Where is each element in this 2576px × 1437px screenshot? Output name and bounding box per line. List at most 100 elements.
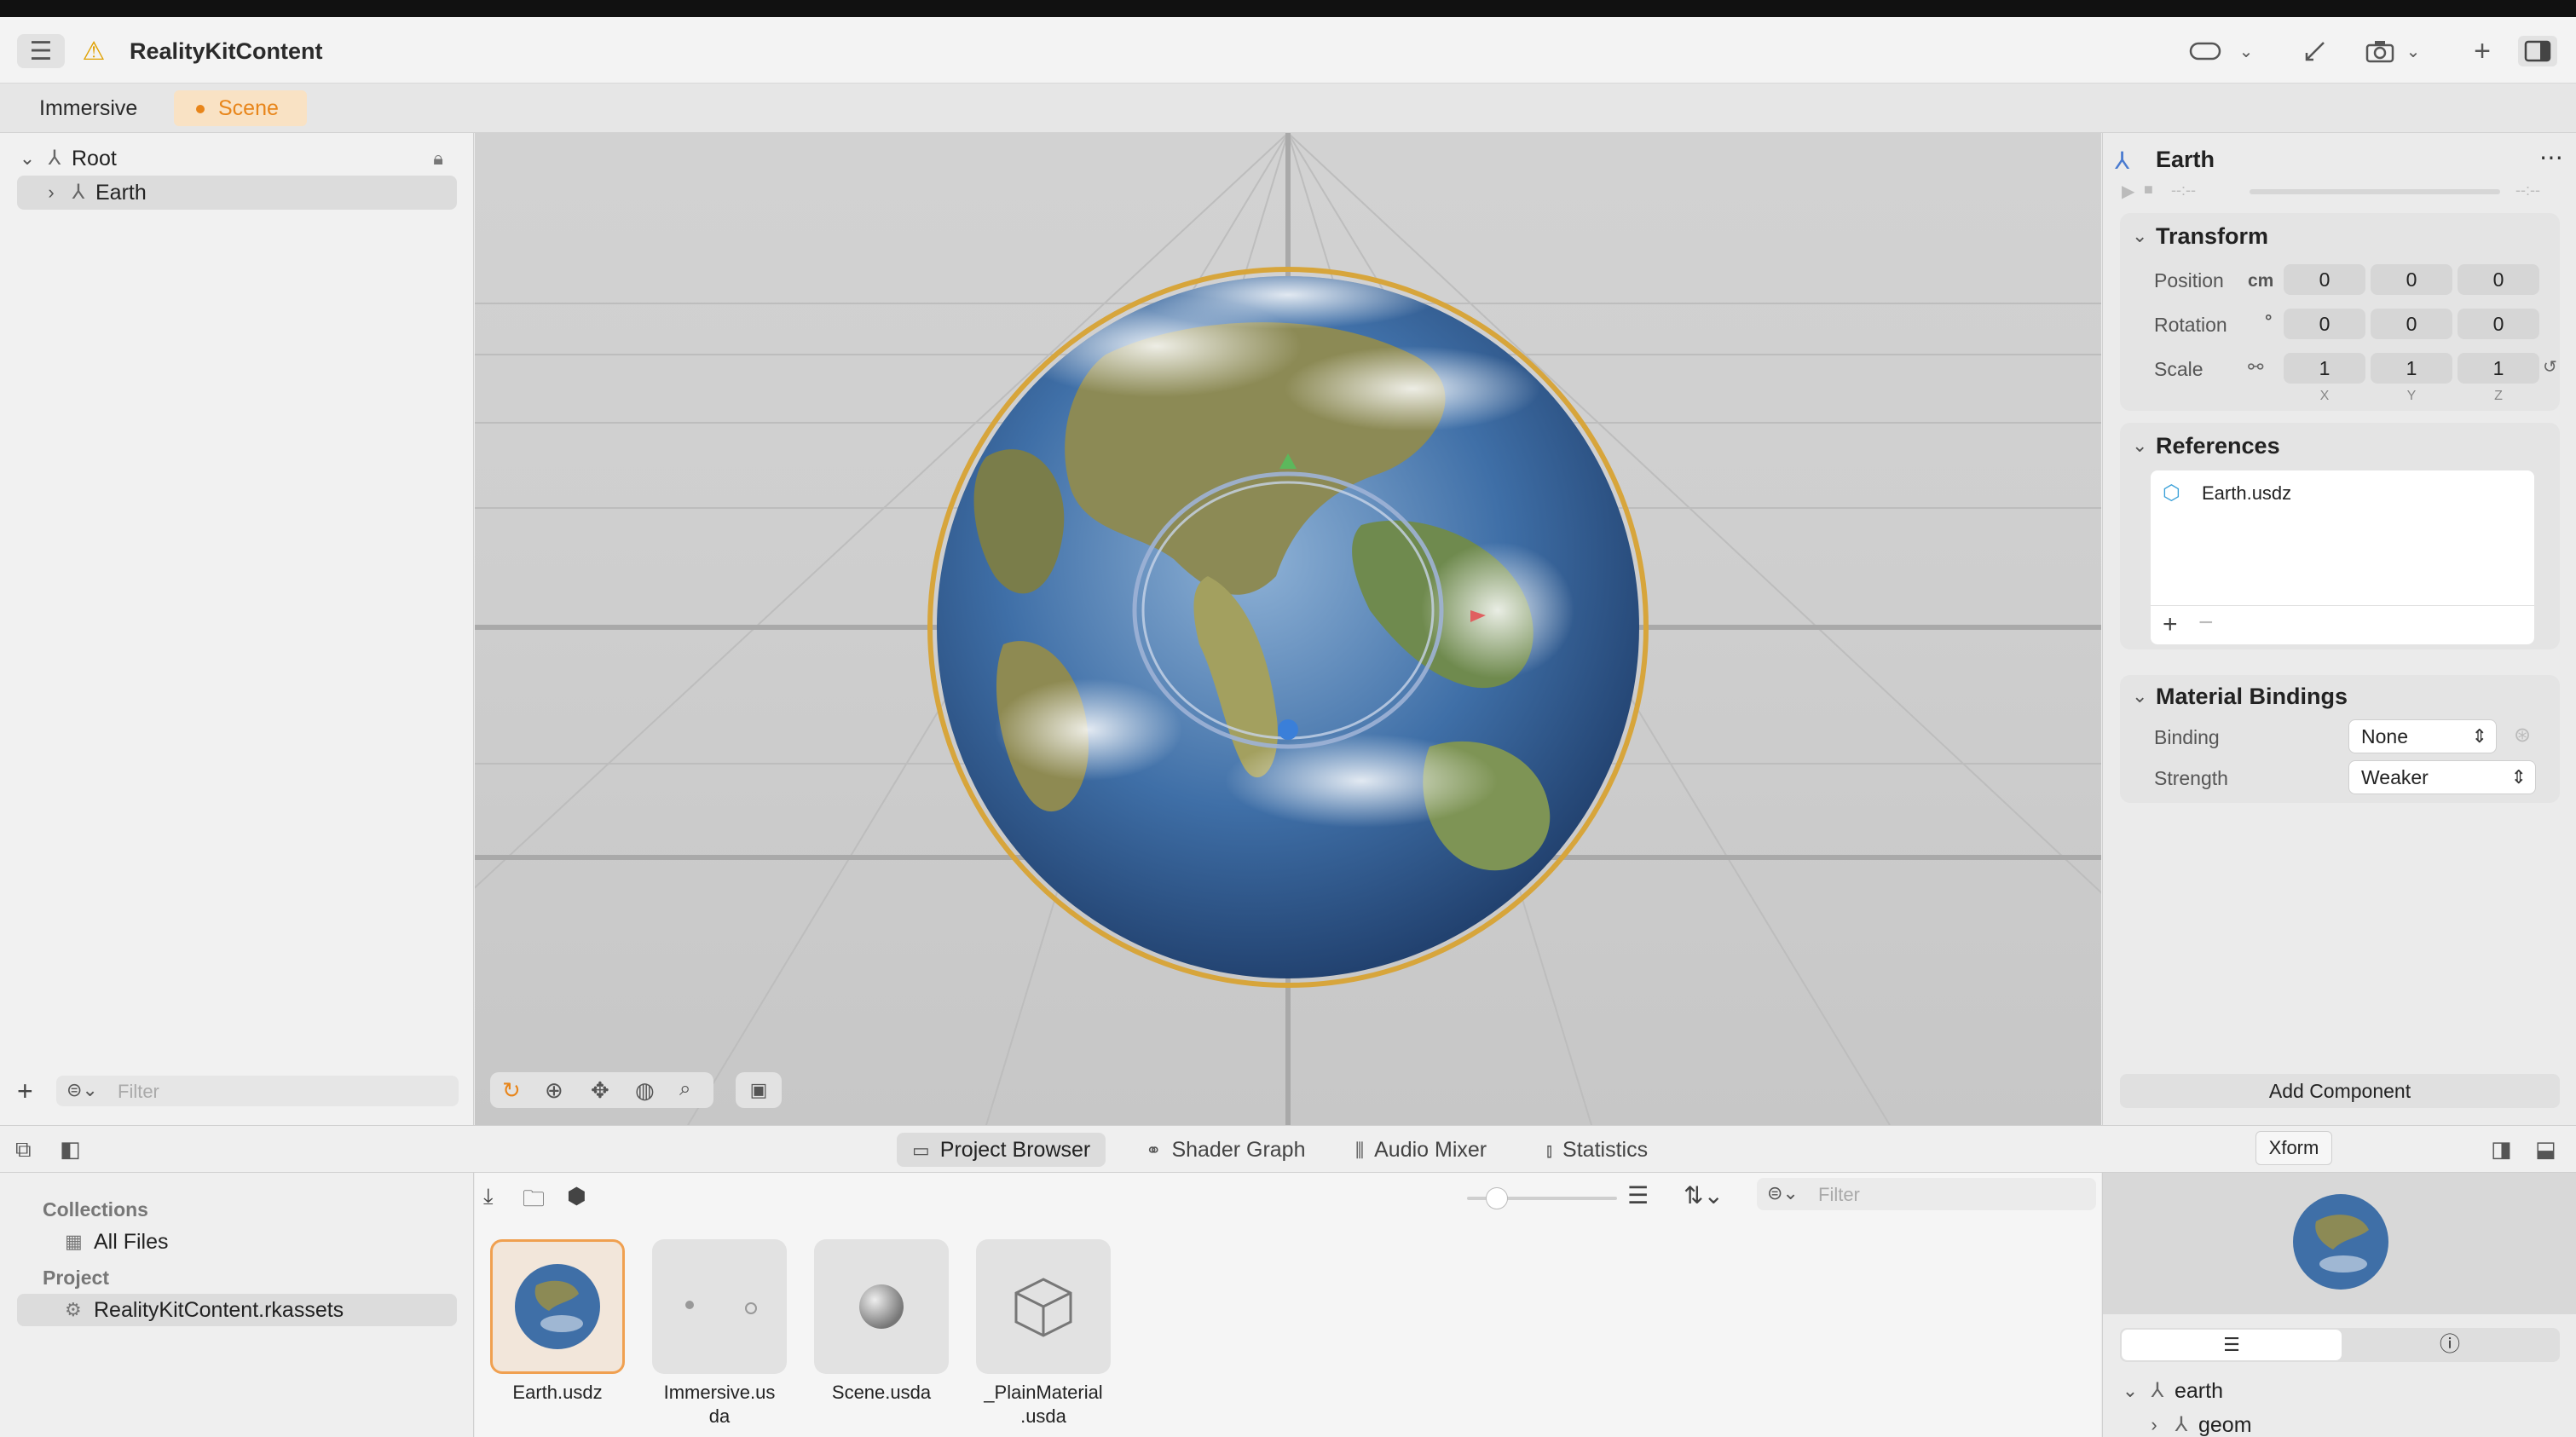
- filter-icon: ⊜⌄: [66, 1079, 98, 1100]
- new-folder-icon[interactable]: 🗀︎: [523, 1183, 545, 1221]
- chevron-down-icon[interactable]: ⌄: [17, 141, 38, 176]
- arrow-circle-icon[interactable]: ⊛: [2514, 723, 2531, 747]
- windows-icon[interactable]: ⧉: [15, 1136, 32, 1163]
- more-icon[interactable]: ⋯: [2539, 143, 2563, 171]
- panel-bottom-icon[interactable]: ⬓: [2535, 1136, 2556, 1163]
- viewport-scene[interactable]: [475, 133, 2101, 1125]
- project-rkassets-item[interactable]: ⚙ RealityKitContent.rkassets: [17, 1294, 457, 1326]
- toolbar: ☰ ⚠ RealityKitContent ⌄ ⌄ +: [0, 17, 2576, 84]
- tree-label: earth: [2175, 1379, 2223, 1403]
- tab-immersive[interactable]: Immersive: [17, 90, 159, 126]
- sphere-thumbnail-icon: [859, 1284, 904, 1329]
- sort-icon[interactable]: ⇅⌄: [1684, 1181, 1724, 1209]
- inspector-toggle-button[interactable]: [2518, 36, 2557, 66]
- list-view-icon[interactable]: ☰: [1627, 1181, 1649, 1209]
- chevron-right-icon[interactable]: ›: [2144, 1408, 2164, 1437]
- sidebar-left-icon[interactable]: ◧: [60, 1136, 81, 1163]
- list-toggle-button[interactable]: ☰: [17, 34, 65, 68]
- tab-audio-mixer[interactable]: ⫼ Audio Mixer: [1340, 1133, 1502, 1167]
- strength-value: Weaker: [2361, 766, 2429, 788]
- add-reference-button[interactable]: +: [2163, 610, 2178, 639]
- warning-icon[interactable]: ⚠: [78, 36, 109, 66]
- asset-scene-usda[interactable]: Scene.usda: [814, 1239, 949, 1405]
- asset-thumbnail: [976, 1239, 1111, 1374]
- add-entity-button[interactable]: +: [17, 1076, 43, 1106]
- new-entity-icon[interactable]: ⬢: [567, 1183, 586, 1209]
- rotation-y-field[interactable]: 0: [2371, 309, 2452, 339]
- hierarchy-mode-button[interactable]: ☰: [2122, 1330, 2342, 1360]
- chevron-down-icon[interactable]: ⌄: [2120, 1374, 2140, 1408]
- asset-name: Immersive.us da: [663, 1382, 776, 1427]
- lock-icon[interactable]: 🔒︎: [433, 141, 443, 176]
- chevron-down-icon[interactable]: ⌄: [2132, 225, 2147, 247]
- link-icon[interactable]: ⚯: [2248, 356, 2263, 378]
- chevron-right-icon[interactable]: ›: [41, 176, 61, 210]
- cursor-icon[interactable]: [2298, 36, 2332, 66]
- rotate-tool-icon[interactable]: ◍: [635, 1077, 655, 1104]
- hierarchy-filter-field[interactable]: ⊜⌄ Filter: [56, 1076, 459, 1106]
- sidebar-right-icon[interactable]: ◨: [2491, 1136, 2512, 1163]
- position-y-field[interactable]: 0: [2371, 264, 2452, 295]
- chevron-down-icon[interactable]: ⌄: [2132, 435, 2147, 457]
- app-title: RealityKitContent: [130, 38, 323, 64]
- binding-popup[interactable]: None ⇕: [2348, 719, 2497, 753]
- rotation-z-field[interactable]: 0: [2458, 309, 2539, 339]
- transform-tools: ↻ ⊕ ✥ ◍ ⌕: [490, 1072, 713, 1108]
- project-browser: ⤓ 🗀︎ ⬢ ☰ ⇅⌄ ⊜⌄ Filter Earth.usdz Immersi…: [475, 1173, 2101, 1437]
- strength-popup[interactable]: Weaker ⇕: [2348, 760, 2536, 794]
- camera-icon[interactable]: [2363, 36, 2397, 66]
- browser-filter-field[interactable]: ⊜⌄ Filter: [1757, 1178, 2096, 1210]
- asset-earth-usdz[interactable]: Earth.usdz: [490, 1239, 625, 1405]
- timeline-start: --:--: [2171, 182, 2196, 199]
- updown-chevron-icon: ⇕: [2471, 725, 2487, 747]
- add-component-button[interactable]: Add Component: [2120, 1074, 2560, 1108]
- chevron-down-icon[interactable]: ⌄: [2233, 36, 2259, 66]
- item-label: RealityKitContent.rkassets: [94, 1298, 344, 1322]
- slider-knob[interactable]: [1486, 1187, 1508, 1209]
- tab-shader-graph[interactable]: ⚭ Shader Graph: [1130, 1133, 1320, 1167]
- timeline-end: --:--: [2515, 182, 2540, 199]
- add-icon[interactable]: +: [2465, 35, 2499, 67]
- headset-icon[interactable]: [2186, 36, 2225, 66]
- tab-project-browser[interactable]: ▭ Project Browser: [897, 1133, 1106, 1167]
- play-icon[interactable]: ▶: [2122, 181, 2134, 202]
- preview-tree-root[interactable]: ⌄ ⅄ earth: [2120, 1374, 2560, 1408]
- asset-plainmaterial-usda[interactable]: _PlainMaterial .usda: [976, 1239, 1111, 1428]
- chevron-down-icon[interactable]: ⌄: [2400, 36, 2426, 66]
- tree-row-root[interactable]: ⌄ ⅄ Root 🔒︎: [17, 141, 457, 176]
- preview-tree-geom[interactable]: › ⅄ geom: [2144, 1408, 2560, 1437]
- camera-mode-button[interactable]: ▣: [736, 1072, 782, 1108]
- zoom-tool-icon[interactable]: ⌕: [679, 1077, 690, 1101]
- chevron-down-icon[interactable]: ⌄: [2132, 685, 2147, 707]
- tree-row-earth[interactable]: › ⅄ Earth: [17, 176, 457, 210]
- move-tool-icon[interactable]: ✥: [591, 1077, 609, 1104]
- tab-scene[interactable]: Scene: [174, 90, 307, 126]
- position-z-field[interactable]: 0: [2458, 264, 2539, 295]
- asset-thumbnail: [814, 1239, 949, 1374]
- entity-icon: ⅄: [2151, 1379, 2164, 1402]
- select-tool-icon[interactable]: ↻: [502, 1077, 521, 1104]
- thumbnail-size-slider[interactable]: [1467, 1187, 1617, 1209]
- remove-reference-button[interactable]: −: [2198, 609, 2214, 638]
- nodes-icon: ⚭: [1146, 1140, 1162, 1161]
- reference-item[interactable]: Earth.usdz: [2202, 482, 2291, 505]
- scale-z-field[interactable]: 1: [2458, 353, 2539, 384]
- reset-icon[interactable]: ↺: [2543, 356, 2557, 378]
- info-mode-button[interactable]: ⓘ: [2342, 1330, 2558, 1360]
- divider: [2151, 605, 2534, 606]
- rotation-x-field[interactable]: 0: [2284, 309, 2365, 339]
- asset-immersive-usda[interactable]: Immersive.us da: [652, 1239, 787, 1428]
- stop-icon[interactable]: ■: [2144, 181, 2153, 199]
- all-files-item[interactable]: ▦ All Files: [17, 1226, 457, 1258]
- list-icon: ☰: [29, 37, 53, 66]
- tab-label: Immersive: [39, 96, 138, 120]
- scale-x-field[interactable]: 1: [2284, 353, 2365, 384]
- position-x-field[interactable]: 0: [2284, 264, 2365, 295]
- scale-y-field[interactable]: 1: [2371, 353, 2452, 384]
- timeline-scrubber[interactable]: [2250, 189, 2500, 194]
- import-icon[interactable]: ⤓: [483, 1183, 494, 1210]
- translate-tool-icon[interactable]: ⊕: [545, 1077, 563, 1104]
- 3d-viewport[interactable]: ↻ ⊕ ✥ ◍ ⌕ ▣: [475, 133, 2101, 1125]
- tab-label: Statistics: [1562, 1138, 1649, 1162]
- tab-statistics[interactable]: ⫾ Statistics: [1531, 1133, 1663, 1167]
